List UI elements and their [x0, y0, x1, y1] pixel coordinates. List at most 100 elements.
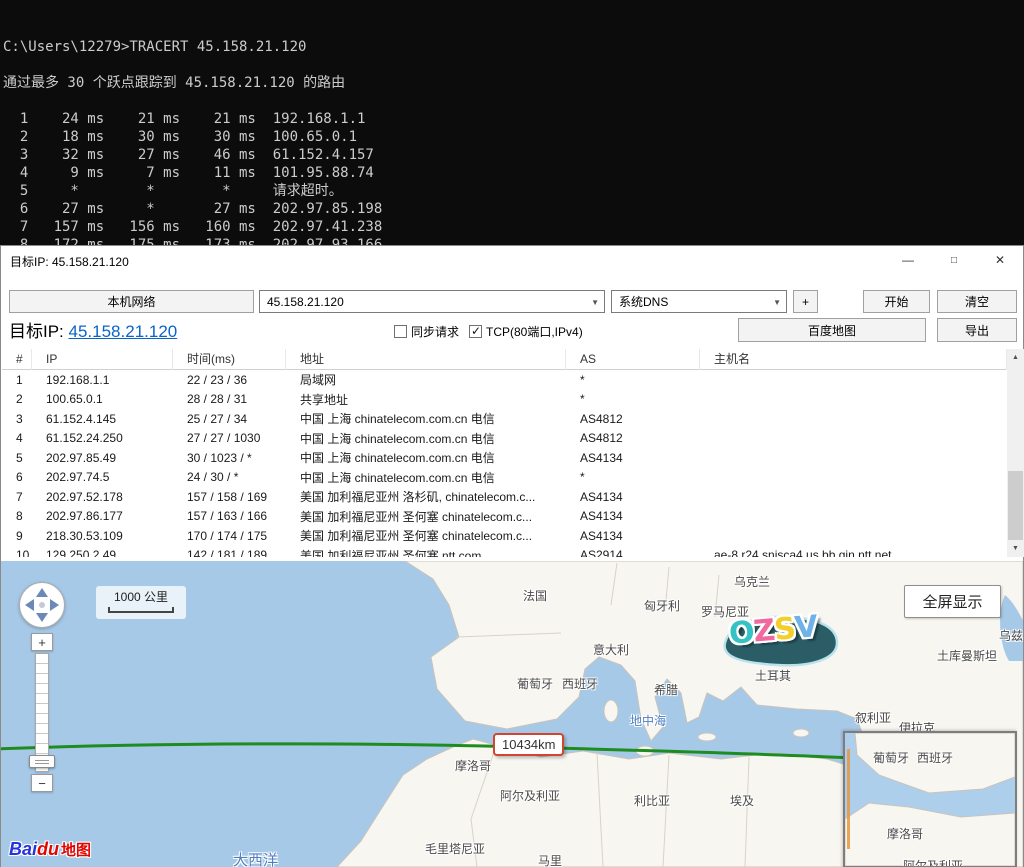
table-row[interactable]: 2100.65.0.128 / 28 / 31共享地址*	[2, 390, 1007, 410]
column-header[interactable]: #	[2, 349, 32, 370]
tcp-checkbox-label: TCP(80端口,IPv4)	[486, 323, 583, 340]
terminal-line: 4 9 ms 7 ms 11 ms 101.95.88.74	[3, 164, 1024, 182]
map-label: 法国	[523, 587, 547, 604]
close-icon: ✕	[995, 253, 1005, 267]
table-row[interactable]: 7202.97.52.178157 / 158 / 169美国 加利福尼亚州 洛…	[2, 487, 1007, 507]
local-network-button[interactable]: 本机网络	[9, 290, 254, 313]
table-cell: 3	[2, 412, 32, 426]
clear-button[interactable]: 清空	[937, 290, 1017, 313]
column-header[interactable]: 主机名	[700, 349, 1007, 370]
map-label: 意大利	[593, 641, 629, 658]
pan-down-icon[interactable]	[36, 613, 48, 622]
table-row[interactable]: 9218.30.53.109170 / 174 / 175美国 加利福尼亚州 圣…	[2, 526, 1007, 546]
terminal-line: 7 157 ms 156 ms 160 ms 202.97.41.238	[3, 218, 1024, 236]
table-cell: 202.97.52.178	[32, 490, 173, 504]
pan-up-icon[interactable]	[36, 588, 48, 597]
app-window: 目标IP: 45.158.21.120 — □ ✕ 本机网络 45.158.21…	[0, 245, 1024, 867]
table-row[interactable]: 361.152.4.14525 / 27 / 34中国 上海 chinatele…	[2, 409, 1007, 429]
window-title: 目标IP: 45.158.21.120	[10, 253, 129, 270]
add-target-button[interactable]: +	[793, 290, 818, 313]
table-cell: 1	[2, 373, 32, 387]
distance-badge: 10434km	[493, 733, 564, 756]
scroll-down-button[interactable]: ▼	[1007, 540, 1024, 557]
map-scale: 1000 公里	[96, 586, 186, 619]
target-ip-combobox[interactable]: 45.158.21.120 ▼	[259, 290, 605, 313]
fullscreen-button[interactable]: 全屏显示	[904, 585, 1001, 618]
baidu-logo-du: du	[37, 839, 59, 859]
target-ip-value: 45.158.21.120	[267, 295, 344, 309]
table-row[interactable]: 6202.97.74.524 / 30 / *中国 上海 chinateleco…	[2, 468, 1007, 488]
map-label: 马里	[538, 852, 562, 867]
table-cell: ae-8.r24.snjsca4.us.bb.gin.ntt.net	[700, 548, 1007, 557]
sync-checkbox[interactable]: 同步请求	[394, 323, 459, 340]
caption-buttons: — □ ✕	[885, 246, 1023, 274]
watermark-letter: V	[793, 609, 818, 646]
table-row[interactable]: 1192.168.1.122 / 23 / 36局域网*	[2, 370, 1007, 390]
column-header[interactable]: 时间(ms)	[173, 349, 286, 370]
table-cell: AS4134	[566, 509, 700, 523]
table-cell: *	[566, 373, 700, 387]
zoom-out-button[interactable]: −	[31, 774, 53, 792]
terminal-window: C:\Users\12279>TRACERT 45.158.21.120 通过最…	[0, 0, 1024, 245]
table-row[interactable]: 5202.97.85.4930 / 1023 / *中国 上海 chinatel…	[2, 448, 1007, 468]
terminal-line: 5 * * * 请求超时。	[3, 182, 1024, 200]
map[interactable]: 乌克兰法国匈牙利罗马尼亚乌兹别克斯坦土库曼斯坦意大利土耳其葡萄牙西班牙希腊地中海…	[1, 561, 1023, 867]
table-cell: 61.152.24.250	[32, 431, 173, 445]
inset-minimap[interactable]: 葡萄牙西班牙摩洛哥阿尔及利亚	[843, 731, 1017, 867]
compass-control[interactable]	[19, 582, 65, 628]
table-cell: AS4812	[566, 431, 700, 445]
table-row[interactable]: 461.152.24.25027 / 27 / 1030中国 上海 chinat…	[2, 429, 1007, 449]
table-cell: 4	[2, 431, 32, 445]
map-label: 毛里塔尼亚	[425, 840, 485, 857]
target-ip-link[interactable]: 45.158.21.120	[69, 322, 178, 341]
table-cell: 中国 上海 chinatelecom.com.cn 电信	[286, 430, 566, 447]
column-header[interactable]: AS	[566, 349, 700, 370]
map-label: 西班牙	[562, 675, 598, 692]
table-cell: 30 / 1023 / *	[173, 451, 286, 465]
table-cell: 中国 上海 chinatelecom.com.cn 电信	[286, 449, 566, 466]
table-cell: 10	[2, 548, 32, 557]
baidu-logo-bai: Bai	[9, 839, 37, 859]
table-row[interactable]: 10129.250.2.49142 / 181 / 189美国 加利福尼亚州 圣…	[2, 546, 1007, 558]
pan-right-icon[interactable]	[50, 599, 59, 611]
column-header[interactable]: 地址	[286, 349, 566, 370]
scroll-down-icon: ▼	[1012, 545, 1019, 552]
zoom-in-button[interactable]: +	[31, 633, 53, 651]
chevron-down-icon: ▼	[773, 298, 781, 307]
map-label: 乌克兰	[734, 573, 770, 590]
titlebar[interactable]: 目标IP: 45.158.21.120 — □ ✕	[1, 246, 1023, 274]
table-cell: 8	[2, 509, 32, 523]
export-button[interactable]: 导出	[937, 318, 1017, 342]
table-cell: 202.97.86.177	[32, 509, 173, 523]
close-button[interactable]: ✕	[977, 246, 1023, 274]
map-label: 阿尔及利亚	[903, 857, 963, 867]
zoom-slider-handle[interactable]	[29, 755, 55, 768]
inset-viewport-indicator	[847, 749, 850, 849]
table-cell: *	[566, 392, 700, 406]
table-cell: 25 / 27 / 34	[173, 412, 286, 426]
pan-left-icon[interactable]	[25, 599, 34, 611]
table-cell: 5	[2, 451, 32, 465]
column-header[interactable]: IP	[32, 349, 173, 370]
table-cell: 170 / 174 / 175	[173, 529, 286, 543]
table-cell: 中国 上海 chinatelecom.com.cn 电信	[286, 410, 566, 427]
tcp-checkbox[interactable]: TCP(80端口,IPv4)	[469, 323, 583, 340]
table-scrollbar[interactable]: ▲ ▼	[1007, 349, 1024, 557]
start-button[interactable]: 开始	[863, 290, 930, 313]
dns-combobox[interactable]: 系统DNS ▼	[611, 290, 787, 313]
map-label: 利比亚	[634, 792, 670, 809]
minimize-button[interactable]: —	[885, 246, 931, 274]
scrollbar-thumb[interactable]	[1008, 471, 1023, 540]
maximize-button[interactable]: □	[931, 246, 977, 274]
scroll-up-button[interactable]: ▲	[1007, 349, 1024, 366]
map-label: 土耳其	[755, 667, 791, 684]
baidu-map-button[interactable]: 百度地图	[738, 318, 926, 342]
table-cell: 129.250.2.49	[32, 548, 173, 557]
table-cell: 27 / 27 / 1030	[173, 431, 286, 445]
table-cell: 共享地址	[286, 391, 566, 408]
table-row[interactable]: 8202.97.86.177157 / 163 / 166美国 加利福尼亚州 圣…	[2, 507, 1007, 527]
table-cell: AS4134	[566, 529, 700, 543]
table-cell: 218.30.53.109	[32, 529, 173, 543]
scroll-up-icon: ▲	[1012, 354, 1019, 361]
scale-text: 1000 公里	[96, 588, 186, 605]
